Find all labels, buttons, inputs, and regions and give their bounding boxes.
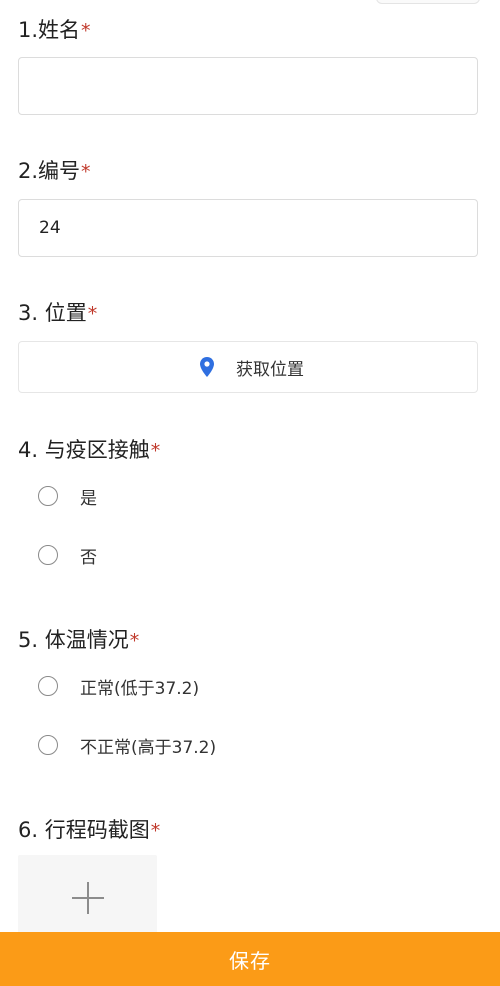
radio-option-label: 不正常(高于37.2) [80,737,217,758]
save-button[interactable]: 保存 [0,932,500,986]
question-label: 4. 与疫区接触 [18,438,150,462]
required-asterisk: * [129,630,140,652]
radio-button[interactable] [38,735,58,755]
radio-option-yes[interactable]: 是 [38,481,97,511]
radio-option-label: 正常(低于37.2) [80,678,200,699]
question-title-itinerary: 6. 行程码截图* [18,816,160,845]
radio-option-abnormal[interactable]: 不正常(高于37.2) [38,730,216,760]
question-title-number: 2.编号* [18,157,91,186]
radio-option-label: 是 [80,488,97,509]
question-label: 2.编号 [18,159,81,183]
radio-option-no[interactable]: 否 [38,540,97,570]
question-title-temperature: 5. 体温情况* [18,626,139,655]
plus-icon [70,880,106,920]
top-partial-control [376,0,480,4]
required-asterisk: * [87,303,98,325]
question-label: 3. 位置 [18,301,87,325]
get-location-label: 获取位置 [236,359,304,380]
radio-option-normal[interactable]: 正常(低于37.2) [38,671,199,701]
required-asterisk: * [81,20,91,42]
required-asterisk: * [150,440,161,462]
get-location-button[interactable]: 获取位置 [18,341,478,393]
location-pin-icon [200,357,214,377]
radio-button[interactable] [38,676,58,696]
number-input[interactable] [18,199,478,257]
radio-button[interactable] [38,545,58,565]
radio-button[interactable] [38,486,58,506]
question-label: 5. 体温情况 [18,628,129,652]
question-label: 1.姓名 [18,18,81,42]
save-button-label: 保存 [229,948,271,973]
radio-option-label: 否 [80,547,97,568]
question-title-contact: 4. 与疫区接触* [18,436,160,465]
question-label: 6. 行程码截图 [18,818,150,842]
question-title-location: 3. 位置* [18,299,97,328]
required-asterisk: * [81,161,91,183]
name-input[interactable] [18,57,478,115]
required-asterisk: * [150,820,161,842]
question-title-name: 1.姓名* [18,16,91,45]
